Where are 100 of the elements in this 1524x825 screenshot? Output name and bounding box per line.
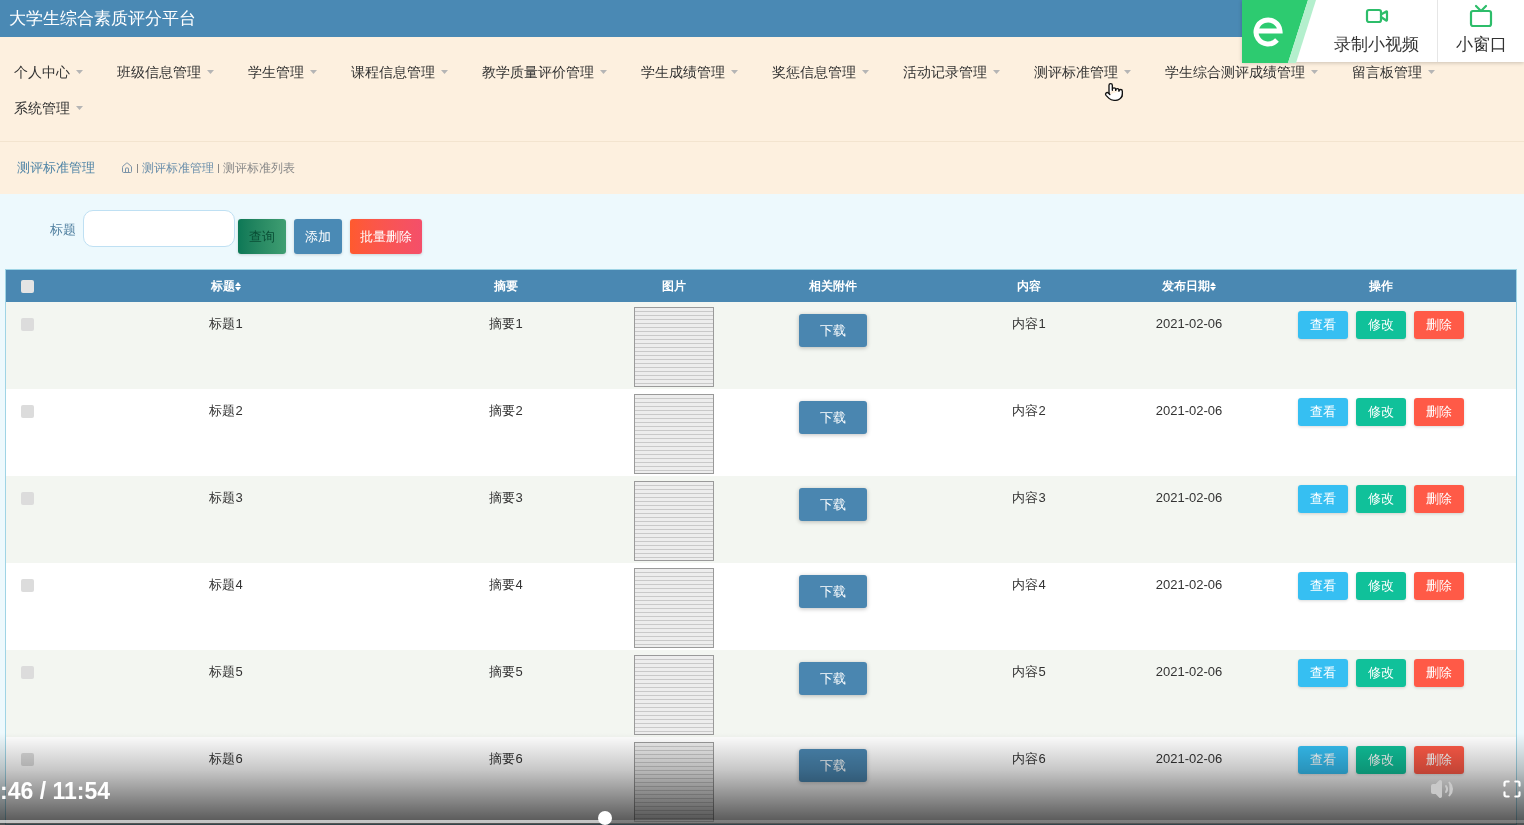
record-video-button[interactable]: 录制小视频 — [1316, 0, 1438, 62]
view-button[interactable]: 查看 — [1298, 398, 1348, 426]
edit-button[interactable]: 修改 — [1356, 746, 1406, 774]
sort-icon[interactable] — [1210, 281, 1216, 291]
home-icon[interactable] — [121, 162, 133, 174]
title-text: 标题1 — [209, 315, 243, 333]
column-header: 摘要 — [494, 278, 518, 295]
title-input-field[interactable] — [83, 210, 235, 247]
breadcrumb-link[interactable]: 测评标准管理 — [142, 159, 214, 177]
edit-button[interactable]: 修改 — [1356, 485, 1406, 513]
column-header: 内容 — [1017, 278, 1041, 295]
app-title: 大学生综合素质评分平台 — [9, 7, 196, 30]
summary-text: 摘要3 — [489, 489, 523, 507]
download-button[interactable]: 下载 — [799, 314, 867, 347]
date-text: 2021-02-06 — [1155, 402, 1223, 420]
download-button[interactable]: 下载 — [799, 749, 867, 782]
title-text: 标题5 — [209, 663, 243, 681]
checkbox[interactable] — [20, 753, 34, 766]
delete-button[interactable]: 删除 — [1414, 572, 1464, 600]
caret-icon — [207, 70, 214, 74]
download-button[interactable]: 下载 — [799, 575, 867, 608]
nav-menu-item[interactable]: 学生综合测评成绩管理 — [1151, 63, 1338, 81]
caret-icon — [76, 70, 83, 74]
nav-menu-item[interactable]: 个人中心 — [0, 63, 103, 81]
content-text: 内容2 — [1012, 402, 1046, 420]
page-title: 测评标准管理 — [17, 159, 95, 178]
delete-button[interactable]: 删除 — [1414, 746, 1464, 774]
content-text: 内容4 — [1012, 576, 1046, 594]
nav-menu-item[interactable]: 奖惩信息管理 — [758, 63, 889, 81]
caret-icon — [731, 70, 738, 74]
column-header[interactable]: 标题 — [211, 277, 241, 295]
summary-text: 摘要4 — [489, 576, 523, 594]
column-header: 图片 — [662, 278, 686, 295]
caret-icon — [310, 70, 317, 74]
content-text: 内容5 — [1012, 663, 1046, 681]
summary-text: 摘要2 — [489, 402, 523, 420]
caret-icon — [76, 106, 83, 110]
nav-menu-item[interactable]: 学生管理 — [234, 63, 337, 81]
mini-window-button[interactable]: 小窗口 — [1438, 0, 1524, 62]
download-button[interactable]: 下载 — [799, 662, 867, 695]
date-text: 2021-02-06 — [1155, 489, 1223, 507]
nav-menu-item[interactable]: 留言板管理 — [1338, 63, 1455, 81]
title-text: 标题6 — [209, 750, 243, 768]
checkbox[interactable] — [20, 579, 34, 592]
nav-menu-item[interactable]: 测评标准管理 — [1020, 63, 1151, 81]
edit-button[interactable]: 修改 — [1356, 572, 1406, 600]
edit-button[interactable]: 修改 — [1356, 659, 1406, 687]
date-text: 2021-02-06 — [1155, 663, 1223, 681]
content-text: 内容3 — [1012, 489, 1046, 507]
delete-button[interactable]: 删除 — [1414, 398, 1464, 426]
view-button[interactable]: 查看 — [1298, 659, 1348, 687]
view-button[interactable]: 查看 — [1298, 572, 1348, 600]
delete-button[interactable]: 删除 — [1414, 485, 1464, 513]
column-header[interactable]: 发布日期 — [1162, 277, 1216, 295]
caret-icon — [862, 70, 869, 74]
caret-icon — [1124, 70, 1131, 74]
download-button[interactable]: 下载 — [799, 488, 867, 521]
caret-icon — [993, 70, 1000, 74]
date-text: 2021-02-06 — [1155, 315, 1223, 333]
batch-delete-button[interactable]: 批量删除 — [350, 219, 422, 254]
summary-text: 摘要6 — [489, 750, 523, 768]
content-text: 内容1 — [1012, 315, 1046, 333]
checkbox[interactable] — [20, 405, 34, 418]
title-text: 标题2 — [209, 402, 243, 420]
date-text: 2021-02-06 — [1155, 576, 1223, 594]
checkbox[interactable] — [20, 279, 34, 293]
content-text: 内容6 — [1012, 750, 1046, 768]
summary-text: 摘要5 — [489, 663, 523, 681]
search-label: 标题 — [50, 221, 76, 239]
tv-icon — [1469, 4, 1493, 28]
playback-time: :46 / 11:54 — [0, 777, 110, 805]
title-text: 标题4 — [209, 576, 243, 594]
delete-button[interactable]: 删除 — [1414, 311, 1464, 339]
logo-icon[interactable] — [1242, 0, 1316, 63]
caret-icon — [1428, 70, 1435, 74]
download-button[interactable]: 下载 — [799, 401, 867, 434]
hand-cursor-icon — [1104, 82, 1124, 102]
nav-menu-item[interactable]: 系统管理 — [0, 99, 103, 117]
nav-menu-item[interactable]: 课程信息管理 — [337, 63, 468, 81]
nav-menu-item[interactable]: 活动记录管理 — [889, 63, 1020, 81]
checkbox[interactable] — [20, 318, 34, 331]
caret-icon — [600, 70, 607, 74]
view-button[interactable]: 查看 — [1298, 485, 1348, 513]
delete-button[interactable]: 删除 — [1414, 659, 1464, 687]
column-header: 操作 — [1369, 278, 1393, 295]
checkbox[interactable] — [20, 666, 34, 679]
caret-icon — [441, 70, 448, 74]
sort-icon[interactable] — [235, 281, 241, 291]
view-button[interactable]: 查看 — [1298, 311, 1348, 339]
add-button[interactable]: 添加 — [294, 219, 342, 254]
breadcrumb-link[interactable]: 测评标准列表 — [223, 159, 295, 177]
column-header: 相关附件 — [809, 278, 857, 295]
view-button[interactable]: 查看 — [1298, 746, 1348, 774]
edit-button[interactable]: 修改 — [1356, 311, 1406, 339]
checkbox[interactable] — [20, 492, 34, 505]
edit-button[interactable]: 修改 — [1356, 398, 1406, 426]
nav-menu-item[interactable]: 班级信息管理 — [103, 63, 234, 81]
date-text: 2021-02-06 — [1155, 750, 1223, 768]
nav-menu-item[interactable]: 教学质量评价管理 — [468, 63, 627, 81]
nav-menu-item[interactable]: 学生成绩管理 — [627, 63, 758, 81]
